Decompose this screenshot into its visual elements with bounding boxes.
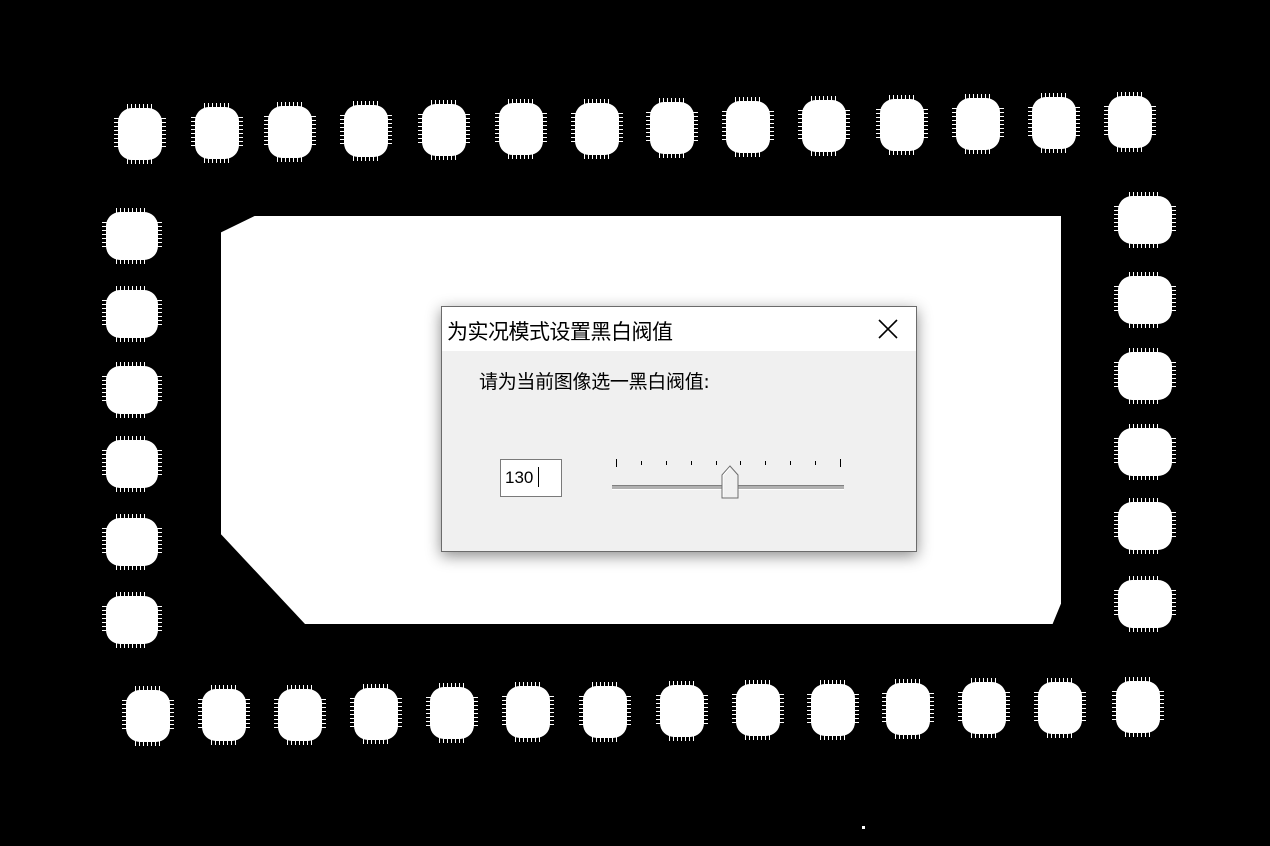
solder-pad [102, 436, 162, 492]
threshold-value-input[interactable] [500, 459, 562, 497]
slider-tick [740, 461, 741, 465]
solder-pad [102, 286, 162, 342]
solder-pad [418, 100, 470, 160]
slider-tick [716, 461, 717, 465]
solder-pad [732, 680, 784, 740]
solder-pad [495, 99, 547, 159]
solder-pad [1114, 348, 1176, 404]
solder-pad [722, 97, 774, 157]
solder-pad [1112, 677, 1164, 737]
slider-tick [840, 459, 841, 467]
solder-pad [264, 102, 316, 162]
solder-pad [1114, 192, 1176, 248]
solder-pad [579, 682, 631, 742]
slider-tick [691, 461, 692, 465]
slider-tick [815, 461, 816, 465]
solder-pad [807, 680, 859, 740]
solder-pad [102, 592, 162, 648]
solder-pad [1114, 272, 1176, 328]
solder-pad [876, 95, 928, 155]
solder-pad [1114, 424, 1176, 480]
dialog-title: 为实况模式设置黑白阀值 [447, 320, 673, 344]
solder-pad [1034, 678, 1086, 738]
solder-pad [952, 94, 1004, 154]
slider-tick [666, 461, 667, 465]
solder-pad [571, 99, 623, 159]
solder-pad [114, 104, 166, 164]
solder-pad [340, 101, 392, 161]
dialog-titlebar[interactable]: 为实况模式设置黑白阀值 [442, 307, 916, 351]
solder-pad [102, 362, 162, 418]
solder-pad [350, 684, 402, 744]
solder-pad [102, 208, 162, 264]
solder-pad [102, 514, 162, 570]
slider-thumb[interactable] [721, 465, 739, 499]
close-icon [878, 319, 898, 339]
solder-pad [958, 678, 1010, 738]
solder-pad [646, 98, 698, 158]
solder-pad [426, 683, 478, 743]
threshold-prompt: 请为当前图像选一黑白阀值: [479, 371, 710, 393]
solder-pad [656, 681, 708, 741]
solder-pad [1114, 576, 1176, 632]
slider-tick [765, 461, 766, 465]
slider-tick [790, 461, 791, 465]
noise-speck [862, 826, 865, 829]
solder-pad [1104, 92, 1156, 152]
threshold-dialog: 为实况模式设置黑白阀值 请为当前图像选一黑白阀值: [441, 306, 917, 552]
close-button[interactable] [860, 307, 916, 351]
solder-pad [274, 685, 326, 745]
solder-pad [502, 682, 554, 742]
solder-pad [882, 679, 934, 739]
solder-pad [798, 96, 850, 156]
solder-pad [1028, 93, 1080, 153]
solder-pad [198, 685, 250, 745]
threshold-slider[interactable] [608, 455, 848, 511]
solder-pad [1114, 498, 1176, 554]
solder-pad [122, 686, 174, 746]
slider-tick [641, 461, 642, 465]
slider-tick [616, 459, 617, 467]
solder-pad [191, 103, 243, 163]
text-caret [538, 467, 539, 487]
